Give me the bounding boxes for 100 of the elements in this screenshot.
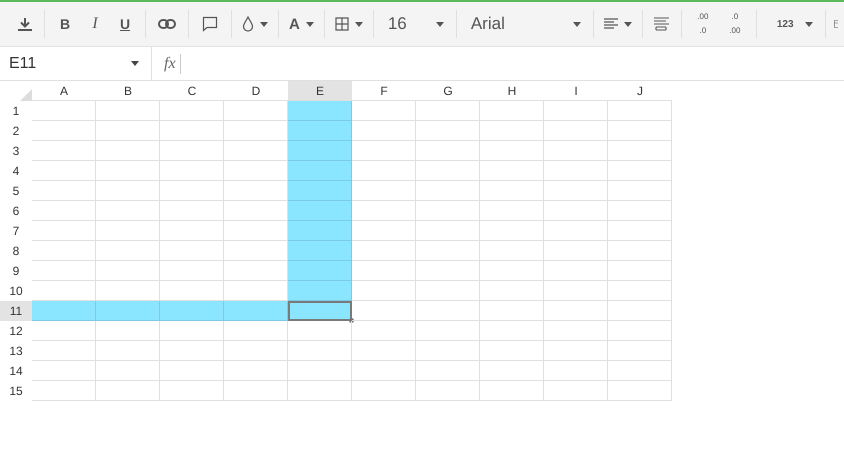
spreadsheet-cell[interactable]	[288, 141, 352, 161]
spreadsheet-cell[interactable]	[608, 281, 672, 301]
spreadsheet-cell[interactable]	[416, 121, 480, 141]
spreadsheet-cell[interactable]	[480, 101, 544, 121]
spreadsheet-cell[interactable]	[608, 201, 672, 221]
spreadsheet-cell[interactable]	[96, 321, 160, 341]
spreadsheet-cell[interactable]	[288, 381, 352, 401]
spreadsheet-cell[interactable]	[160, 361, 224, 381]
spreadsheet-cell[interactable]	[288, 161, 352, 181]
spreadsheet-cell[interactable]	[608, 321, 672, 341]
spreadsheet-cell[interactable]	[544, 261, 608, 281]
spreadsheet-cell[interactable]	[544, 361, 608, 381]
spreadsheet-cell[interactable]	[480, 361, 544, 381]
spreadsheet-cell[interactable]	[160, 261, 224, 281]
spreadsheet-cell[interactable]	[32, 241, 96, 261]
spreadsheet-cell[interactable]	[32, 181, 96, 201]
spreadsheet-cell[interactable]	[480, 281, 544, 301]
spreadsheet-cell[interactable]	[224, 341, 288, 361]
spreadsheet-cell[interactable]	[288, 241, 352, 261]
spreadsheet-cell[interactable]	[32, 161, 96, 181]
spreadsheet-cell[interactable]	[608, 161, 672, 181]
select-all-corner[interactable]	[20, 89, 32, 101]
spreadsheet-cell[interactable]	[480, 201, 544, 221]
spreadsheet-cell[interactable]	[224, 321, 288, 341]
spreadsheet-cell[interactable]	[96, 181, 160, 201]
spreadsheet-cell[interactable]	[416, 321, 480, 341]
spreadsheet-cell[interactable]	[480, 221, 544, 241]
spreadsheet-cell[interactable]	[32, 261, 96, 281]
spreadsheet-cell[interactable]	[32, 101, 96, 121]
spreadsheet-cell[interactable]	[608, 121, 672, 141]
bold-button[interactable]: B	[51, 11, 79, 37]
italic-button[interactable]: I	[81, 11, 109, 37]
spreadsheet-cell[interactable]	[608, 221, 672, 241]
spreadsheet-cell[interactable]	[352, 261, 416, 281]
spreadsheet-cell[interactable]	[288, 221, 352, 241]
spreadsheet-cell[interactable]	[544, 161, 608, 181]
spreadsheet-cell[interactable]	[480, 181, 544, 201]
spreadsheet-cell[interactable]	[96, 121, 160, 141]
spreadsheet-cell[interactable]	[544, 341, 608, 361]
spreadsheet-cell[interactable]	[96, 101, 160, 121]
spreadsheet-cell[interactable]	[96, 261, 160, 281]
spreadsheet-cell[interactable]	[416, 261, 480, 281]
spreadsheet-cell[interactable]	[416, 341, 480, 361]
spreadsheet-cell[interactable]	[352, 361, 416, 381]
spreadsheet-cell[interactable]	[96, 361, 160, 381]
spreadsheet-cell[interactable]	[416, 381, 480, 401]
spreadsheet-cell[interactable]	[32, 301, 96, 321]
spreadsheet-cell[interactable]	[160, 241, 224, 261]
spreadsheet-cell[interactable]	[224, 301, 288, 321]
spreadsheet-cell[interactable]	[480, 301, 544, 321]
spreadsheet-cell[interactable]	[416, 221, 480, 241]
spreadsheet-cell[interactable]	[288, 301, 352, 321]
spreadsheet-cell[interactable]	[224, 381, 288, 401]
spreadsheet-cell[interactable]	[288, 201, 352, 221]
spreadsheet-cell[interactable]	[160, 341, 224, 361]
spreadsheet-cell[interactable]	[352, 281, 416, 301]
spreadsheet-cell[interactable]	[160, 381, 224, 401]
spreadsheet-cell[interactable]	[480, 121, 544, 141]
spreadsheet-cell[interactable]	[160, 181, 224, 201]
spreadsheet-cell[interactable]	[544, 201, 608, 221]
spreadsheet-cell[interactable]	[608, 341, 672, 361]
spreadsheet-cell[interactable]	[416, 241, 480, 261]
spreadsheet-cell[interactable]	[352, 181, 416, 201]
spreadsheet-cell[interactable]	[32, 321, 96, 341]
spreadsheet-cell[interactable]	[288, 101, 352, 121]
spreadsheet-cell[interactable]	[288, 361, 352, 381]
spreadsheet-cell[interactable]	[416, 201, 480, 221]
spreadsheet-cell[interactable]	[96, 221, 160, 241]
spreadsheet-cell[interactable]	[96, 201, 160, 221]
spreadsheet-cell[interactable]	[352, 161, 416, 181]
spreadsheet-cell[interactable]	[160, 101, 224, 121]
font-dropdown[interactable]: Arial	[462, 11, 587, 37]
spreadsheet-cell[interactable]	[544, 281, 608, 301]
spreadsheet-cell[interactable]	[416, 141, 480, 161]
spreadsheet-cell[interactable]	[480, 241, 544, 261]
spreadsheet-cell[interactable]	[96, 381, 160, 401]
spreadsheet-cell[interactable]	[160, 301, 224, 321]
spreadsheet-cell[interactable]	[544, 321, 608, 341]
spreadsheet-cell[interactable]	[96, 141, 160, 161]
spreadsheet-cell[interactable]	[32, 381, 96, 401]
increase-decimal-button[interactable]: .00 .0	[688, 11, 718, 37]
text-color-button[interactable]: A	[285, 11, 318, 37]
spreadsheet-cell[interactable]	[544, 301, 608, 321]
spreadsheet-cell[interactable]	[32, 121, 96, 141]
spreadsheet-cell[interactable]	[160, 221, 224, 241]
spreadsheet-cell[interactable]	[352, 381, 416, 401]
spreadsheet-cell[interactable]	[352, 221, 416, 241]
spreadsheet-cell[interactable]	[608, 361, 672, 381]
spreadsheet-cell[interactable]	[96, 241, 160, 261]
spreadsheet-cell[interactable]	[544, 221, 608, 241]
spreadsheet-cell[interactable]	[480, 321, 544, 341]
spreadsheet-cell[interactable]	[160, 121, 224, 141]
spreadsheet-cell[interactable]	[416, 181, 480, 201]
row-header[interactable]: 11	[0, 301, 32, 321]
spreadsheet-cell[interactable]	[544, 141, 608, 161]
spreadsheet-cell[interactable]	[544, 241, 608, 261]
spreadsheet-cell[interactable]	[608, 241, 672, 261]
spreadsheet-cell[interactable]	[352, 341, 416, 361]
spreadsheet-cell[interactable]	[96, 161, 160, 181]
spreadsheet-cell[interactable]	[608, 381, 672, 401]
